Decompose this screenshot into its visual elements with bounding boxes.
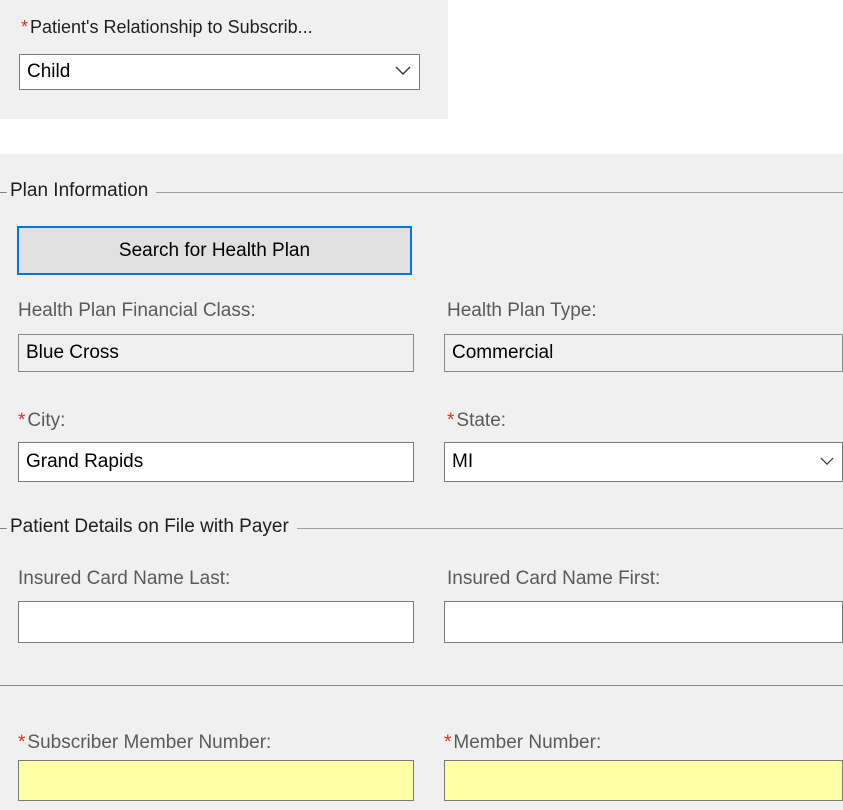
state-label-text: State:: [456, 410, 507, 431]
plan-type-field: Commercial: [444, 334, 843, 372]
plan-panel: Plan Information Search for Health Plan …: [0, 154, 843, 810]
relationship-label-text: Patient's Relationship to Subscrib...: [30, 17, 313, 37]
required-marker: *: [18, 410, 26, 431]
relationship-label: * Patient's Relationship to Subscrib...: [21, 17, 313, 38]
required-marker: *: [444, 732, 452, 753]
plan-information-divider-tick: [0, 192, 6, 193]
subscriber-member-number-label-text: Subscriber Member Number:: [27, 732, 272, 753]
patient-details-divider-tick: [0, 528, 6, 529]
state-label: * State:: [447, 410, 506, 432]
patient-details-title: Patient Details on File with Payer: [7, 516, 297, 538]
chevron-down-icon: [395, 66, 411, 75]
required-marker: *: [447, 410, 455, 431]
member-number-input[interactable]: [444, 760, 843, 801]
relationship-select[interactable]: Child: [19, 54, 420, 90]
search-health-plan-button[interactable]: Search for Health Plan: [17, 226, 412, 275]
plan-information-title: Plan Information: [7, 180, 157, 202]
city-label-text: City:: [27, 410, 66, 431]
card-name-last-input[interactable]: [18, 601, 414, 643]
state-select[interactable]: MI: [444, 442, 843, 482]
subscriber-member-number-label: * Subscriber Member Number:: [18, 732, 271, 754]
section-separator: [0, 685, 843, 686]
card-name-last-label: Insured Card Name Last:: [18, 568, 231, 589]
chevron-down-icon: [820, 457, 834, 465]
city-label: * City:: [18, 410, 65, 432]
member-number-label: * Member Number:: [444, 732, 601, 754]
city-input[interactable]: Grand Rapids: [18, 442, 414, 482]
financial-class-label: Health Plan Financial Class:: [18, 300, 256, 321]
card-name-first-label: Insured Card Name First:: [447, 568, 661, 589]
subscriber-member-number-input[interactable]: [18, 760, 414, 801]
required-marker: *: [21, 17, 29, 37]
financial-class-field: Blue Cross: [18, 334, 414, 372]
plan-type-label: Health Plan Type:: [447, 300, 597, 321]
member-number-label-text: Member Number:: [453, 732, 602, 753]
state-value: MI: [452, 451, 474, 472]
card-name-first-input[interactable]: [444, 601, 843, 643]
relationship-value: Child: [27, 61, 71, 82]
relationship-panel: * Patient's Relationship to Subscrib... C…: [0, 0, 448, 119]
required-marker: *: [18, 732, 26, 753]
